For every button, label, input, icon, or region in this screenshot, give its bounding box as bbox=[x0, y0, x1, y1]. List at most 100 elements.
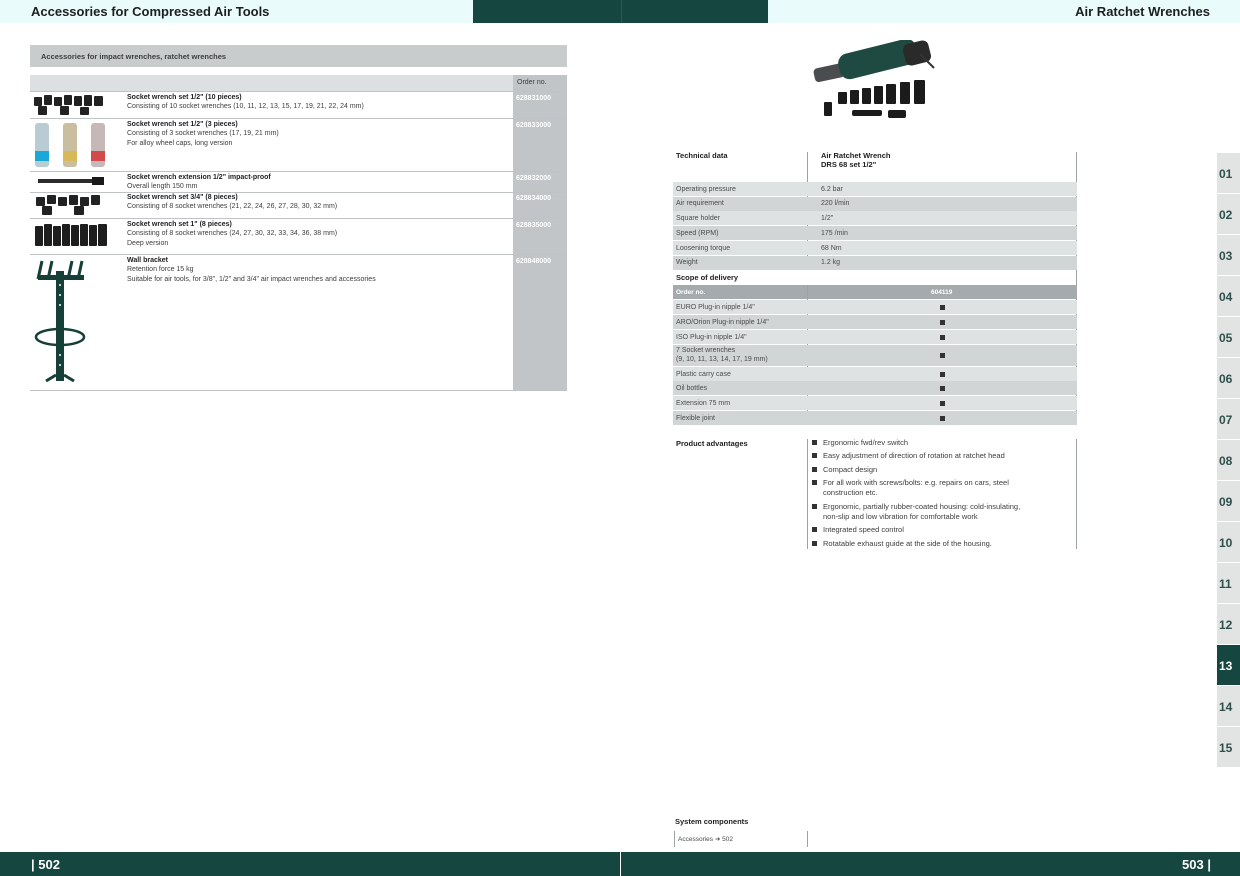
bullet-icon bbox=[812, 440, 817, 445]
included-mark bbox=[940, 305, 945, 310]
row-title: Socket wrench set 3/4" (8 pieces) bbox=[127, 194, 238, 201]
socket-set-8-one-inch-image bbox=[35, 224, 107, 246]
chapter-tab-12[interactable]: 12 bbox=[1217, 604, 1240, 644]
scope-row bbox=[673, 396, 1077, 410]
row-title: Socket wrench extension 1/2" impact-proo… bbox=[127, 174, 271, 181]
chapter-tab-08[interactable]: 08 bbox=[1217, 440, 1240, 480]
spec-row bbox=[673, 211, 1077, 225]
row-title: Wall bracket bbox=[127, 257, 168, 264]
spec-row bbox=[673, 226, 1077, 240]
row-divider bbox=[30, 171, 567, 172]
scope-item-detail: (9, 10, 11, 13, 14, 17, 19 mm) bbox=[676, 356, 768, 363]
order-number: 628832000 bbox=[516, 175, 552, 182]
product-name-line1: Air Ratchet Wrench bbox=[821, 151, 891, 160]
system-components-heading: System components bbox=[675, 817, 749, 826]
row-title: Socket wrench set 1/2" (10 pieces) bbox=[127, 94, 242, 101]
chapter-tab-05[interactable]: 05 bbox=[1217, 317, 1240, 357]
system-divider-left bbox=[674, 831, 675, 847]
row-divider bbox=[30, 192, 567, 193]
row-description: Consisting of 10 socket wrenches (10, 11… bbox=[127, 103, 364, 110]
row-description: Consisting of 8 socket wrenches (24, 27,… bbox=[127, 230, 338, 237]
chapter-tab-14[interactable]: 14 bbox=[1217, 686, 1240, 726]
spec-value: 1.2 kg bbox=[821, 259, 841, 266]
extension-bar-image bbox=[38, 177, 104, 185]
scope-of-delivery-heading: Scope of delivery bbox=[676, 273, 739, 282]
chapter-tab-02[interactable]: 02 bbox=[1217, 194, 1240, 234]
spec-value: 68 Nm bbox=[821, 245, 842, 252]
row-description: For alloy wheel caps, long version bbox=[127, 139, 233, 147]
spec-row bbox=[673, 197, 1077, 211]
accessories-page-link[interactable]: Accessories ➜ 502 bbox=[678, 835, 733, 843]
chapter-tab-11[interactable]: 11 bbox=[1217, 563, 1240, 603]
scope-item: Plastic carry case bbox=[676, 371, 731, 378]
socket-set-10-image bbox=[34, 95, 103, 115]
spec-value: 175 /min bbox=[821, 230, 848, 237]
included-mark bbox=[940, 416, 945, 421]
spec-value: 220 l/min bbox=[821, 200, 850, 207]
order-number: 628833000 bbox=[516, 122, 552, 129]
spec-label: Square holder bbox=[676, 215, 720, 222]
order-number-bar bbox=[673, 285, 1077, 299]
row-description: Consisting of 3 socket wrenches (17, 19,… bbox=[127, 130, 279, 137]
order-number: 628848000 bbox=[516, 258, 552, 265]
order-label: Order no. bbox=[676, 289, 706, 296]
bullet-icon bbox=[812, 453, 817, 458]
order-column-header: Order no. bbox=[517, 79, 547, 86]
scope-row bbox=[673, 367, 1077, 381]
advantages-divider-right bbox=[1076, 439, 1077, 549]
included-mark bbox=[940, 320, 945, 325]
scope-row bbox=[673, 411, 1077, 425]
spec-row bbox=[673, 256, 1077, 270]
table-header-row bbox=[30, 75, 567, 91]
row-divider bbox=[30, 91, 567, 92]
footer-left-band bbox=[0, 852, 620, 876]
page-title-left: Accessories for Compressed Air Tools bbox=[31, 4, 270, 19]
chapter-tab-13-active[interactable]: 13 bbox=[1217, 645, 1240, 685]
bullet-icon bbox=[812, 504, 817, 509]
socket-set-3-image bbox=[35, 123, 105, 167]
row-divider bbox=[30, 218, 567, 219]
chapter-tab-03[interactable]: 03 bbox=[1217, 235, 1240, 275]
chapter-tab-04[interactable]: 04 bbox=[1217, 276, 1240, 316]
row-title: Socket wrench set 1" (8 pieces) bbox=[127, 221, 232, 228]
chapter-tab-01[interactable]: 01 bbox=[1217, 153, 1240, 193]
included-mark bbox=[940, 372, 945, 377]
spec-label: Loosening torque bbox=[676, 245, 731, 252]
section-title: Accessories for impact wrenches, ratchet… bbox=[41, 52, 227, 61]
technical-data-heading: Technical data bbox=[676, 151, 728, 160]
chapter-tab-06[interactable]: 06 bbox=[1217, 358, 1240, 398]
scope-item: Oil bottles bbox=[676, 385, 708, 392]
scope-item: ARO/Orion Plug-in nipple 1/4" bbox=[676, 319, 769, 326]
socket-set-8-three-quarter-image bbox=[36, 195, 100, 215]
header-dark-block-right bbox=[621, 0, 768, 23]
wall-bracket-image bbox=[34, 260, 86, 383]
spec-row bbox=[673, 241, 1077, 255]
spec-value: 1/2" bbox=[821, 215, 834, 222]
product-advantages-heading: Product advantages bbox=[676, 439, 748, 448]
scope-row bbox=[673, 381, 1077, 395]
included-mark bbox=[940, 353, 945, 358]
row-divider bbox=[30, 254, 567, 255]
air-ratchet-wrench-set-image bbox=[813, 40, 935, 118]
order-number: 628835000 bbox=[516, 222, 552, 229]
bullet-icon bbox=[812, 480, 817, 485]
scope-item: EURO Plug-in nipple 1/4" bbox=[676, 304, 755, 311]
bullet-icon bbox=[812, 527, 817, 532]
chapter-tab-10[interactable]: 10 bbox=[1217, 522, 1240, 562]
row-divider bbox=[30, 390, 567, 391]
row-divider bbox=[30, 118, 567, 119]
page-number-right: 503 | bbox=[1182, 857, 1211, 872]
row-description: Suitable for air tools, for 3/8", 1/2" a… bbox=[127, 275, 376, 283]
row-description: Deep version bbox=[127, 239, 169, 247]
row-description: Consisting of 8 socket wrenches (21, 22,… bbox=[127, 203, 338, 210]
spec-label: Weight bbox=[676, 259, 698, 266]
spec-label: Speed (RPM) bbox=[676, 230, 719, 237]
row-title: Socket wrench set 1/2" (3 pieces) bbox=[127, 121, 238, 128]
chapter-tab-07[interactable]: 07 bbox=[1217, 399, 1240, 439]
chapter-tab-15[interactable]: 15 bbox=[1217, 727, 1240, 767]
order-number: 628831000 bbox=[516, 95, 552, 102]
included-mark bbox=[940, 335, 945, 340]
product-name-line2: DRS 68 set 1/2" bbox=[821, 160, 877, 169]
bullet-icon bbox=[812, 541, 817, 546]
chapter-tab-09[interactable]: 09 bbox=[1217, 481, 1240, 521]
